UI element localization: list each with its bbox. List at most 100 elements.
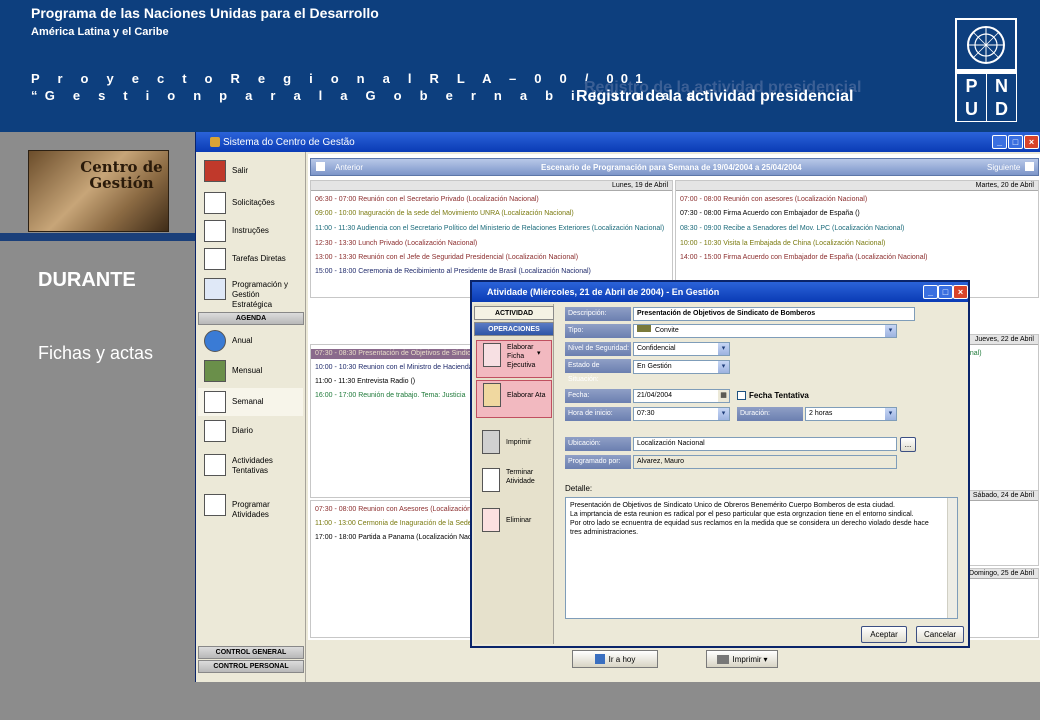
- chevron-down-icon[interactable]: ▾: [718, 408, 729, 420]
- close-icon[interactable]: ×: [1024, 135, 1039, 149]
- event-item[interactable]: 17:00 - 18:00 Partida a Panama (Localiza…: [315, 533, 471, 543]
- chevron-down-icon: ▾: [763, 654, 768, 664]
- calendar-nav-bar: Anterior Escenario de Programación para …: [310, 158, 1039, 176]
- nav-item-instrucoes[interactable]: Instruções: [198, 220, 303, 242]
- detalle-text: Presentación de Objetivos de Sindicato U…: [570, 502, 929, 536]
- nav-label: Solicitações: [232, 198, 275, 207]
- finish-check-icon: [482, 468, 500, 492]
- ubicacion-input[interactable]: Localización Nacional: [633, 437, 897, 451]
- fecha-input[interactable]: 21/04/2004 ▦: [633, 389, 730, 403]
- chevron-down-icon: ▾: [537, 350, 541, 357]
- chevron-down-icon[interactable]: ▾: [718, 361, 729, 373]
- event-item[interactable]: 11:00 - 11:30 Audiencia con el Secretari…: [315, 224, 664, 234]
- nav-item-tentativas[interactable]: Actividades Tentativas: [198, 454, 303, 476]
- tipo-label: Tipo:: [565, 324, 631, 338]
- tipo-select[interactable]: Convite ▾: [633, 324, 897, 338]
- hora-label: Hora de inicio:: [565, 407, 631, 421]
- event-item[interactable]: 10:00 - 10:30 Visita la Embajada de Chin…: [680, 239, 885, 249]
- event-item[interactable]: 09:00 - 10:00 Inaguración de la sede del…: [315, 209, 574, 219]
- event-item[interactable]: 16:00 - 17:00 Reunión de trabajo. Tema: …: [315, 391, 465, 401]
- nav-label: Diario: [232, 426, 253, 435]
- event-item[interactable]: 11:00 - 11:30 Entrevista Radio (): [315, 377, 415, 387]
- control-general[interactable]: CONTROL GENERAL: [198, 646, 304, 659]
- event-item[interactable]: 11:00 - 13:00 Cermonia de Inaguración de…: [315, 519, 472, 529]
- goto-today-button[interactable]: Ir a hoy: [572, 650, 658, 668]
- next-arrow-icon[interactable]: [1025, 162, 1034, 171]
- logo-letter-n: N: [987, 74, 1016, 98]
- nav-item-salir[interactable]: Salir: [198, 160, 303, 182]
- calendar-picker-icon[interactable]: ▦: [718, 390, 729, 402]
- nav-item-tarefas[interactable]: Tarefas Diretas: [198, 248, 303, 270]
- schedule-grid-icon: [204, 494, 226, 516]
- project-line-1: P r o y e c t o R e g i o n a l R L A – …: [31, 71, 650, 86]
- dialog-titlebar: Atividade (Miércoles, 21 de Abril de 200…: [472, 282, 968, 302]
- chevron-down-icon[interactable]: ▾: [885, 408, 896, 420]
- fecha-label: Fecha:: [565, 389, 631, 403]
- minimize-icon[interactable]: _: [923, 285, 938, 299]
- printer-icon: [716, 654, 729, 664]
- event-item[interactable]: 12:30 - 13:30 Lunch Privado (Localizació…: [315, 239, 477, 249]
- executive-sheet-icon: [483, 343, 501, 367]
- event-item[interactable]: 07:00 - 08:00 Reunión con asesores (Loca…: [680, 195, 867, 205]
- checklist-icon: [204, 220, 226, 242]
- logo-letter-u: U: [957, 97, 986, 121]
- terminar-button[interactable]: Terminar Atividade: [476, 466, 552, 504]
- day-header: Lunes, 19 de Abril: [311, 181, 672, 191]
- prev-arrow-icon[interactable]: [316, 162, 325, 171]
- detalle-textarea[interactable]: Presentación de Objetivos de Sindicato U…: [565, 497, 958, 619]
- event-item[interactable]: 08:30 - 09:00 Recibe a Senadores del Mov…: [680, 224, 904, 234]
- accept-button[interactable]: Aceptar: [861, 626, 907, 643]
- nav-item-programacion[interactable]: Programación y Gestión Estratégica: [198, 278, 303, 310]
- ubicacion-browse-button[interactable]: ...: [900, 437, 916, 452]
- next-week-link[interactable]: Siguiente: [987, 163, 1020, 172]
- elaborar-ata-button[interactable]: Elaborar Ata: [476, 380, 552, 418]
- restore-icon[interactable]: □: [938, 285, 953, 299]
- daily-calendar-icon: [204, 420, 226, 442]
- tentativa-checkbox[interactable]: [737, 391, 746, 400]
- elaborar-ficha-button[interactable]: Elaborar Ficha Ejecutiva ▾: [476, 340, 552, 378]
- nav-item-programar[interactable]: Programar Atividades: [198, 494, 303, 520]
- restore-icon[interactable]: □: [1008, 135, 1023, 149]
- imprimir-button[interactable]: Imprimir: [476, 428, 552, 466]
- op-label: Terminar Atividade: [506, 469, 535, 485]
- prev-week-link[interactable]: Anterior: [335, 163, 363, 172]
- situacion-select[interactable]: En Gestión ▾: [633, 360, 730, 374]
- close-icon[interactable]: ×: [953, 285, 968, 299]
- seguridad-select[interactable]: Confidencial ▾: [633, 342, 730, 356]
- event-item[interactable]: 07:30 - 08:00 Reunion con Asesores (Loca…: [315, 505, 471, 515]
- nav-item-solicitacoes[interactable]: Solicitações: [198, 192, 303, 214]
- event-item[interactable]: 14:00 - 15:00 Firma Acuerdo con Embajado…: [680, 253, 927, 263]
- op-label: Elaborar Ficha Ejecutiva: [507, 344, 536, 369]
- event-item[interactable]: 13:00 - 13:30 Reunión con el Jefe de Seg…: [315, 253, 578, 263]
- eliminar-button[interactable]: Eliminar: [476, 506, 552, 544]
- event-item[interactable]: 06:30 - 07:00 Reunión con el Secretario …: [315, 195, 539, 205]
- event-item[interactable]: 07:30 - 08:00 Firma Acuerdo con Embajado…: [680, 209, 860, 219]
- tab-actividad[interactable]: ACTIVIDAD: [474, 306, 554, 320]
- event-item[interactable]: 10:00 - 10:30 Reunion con el Ministro de…: [315, 363, 473, 373]
- tab-operaciones[interactable]: OPERACIONES: [474, 322, 554, 336]
- duracion-label: Duración:: [737, 407, 803, 421]
- duracion-value: 2 horas: [809, 410, 833, 417]
- duracion-select[interactable]: 2 horas ▾: [805, 407, 897, 421]
- chevron-down-icon[interactable]: ▾: [718, 343, 729, 355]
- hora-select[interactable]: 07:30 ▾: [633, 407, 730, 421]
- nav-item-diario[interactable]: Diario: [198, 420, 303, 442]
- event-item[interactable]: 15:00 - 18:00 Ceremonia de Recibimiento …: [315, 267, 591, 277]
- goto-today-label: Ir a hoy: [608, 654, 636, 664]
- descripcion-input[interactable]: Presentación de Objetivos de Sindicato d…: [633, 307, 915, 321]
- print-button[interactable]: Imprimir ▾: [706, 650, 778, 668]
- nav-item-mensual[interactable]: Mensual: [198, 360, 303, 382]
- print-label: Imprimir: [732, 654, 762, 664]
- nav-item-semanal[interactable]: Semanal: [198, 388, 303, 416]
- org-title: Programa de las Naciones Unidas para el …: [31, 5, 379, 21]
- app-icon: [210, 137, 220, 147]
- nav-item-anual[interactable]: Anual: [198, 330, 303, 352]
- control-personal[interactable]: CONTROL PERSONAL: [198, 660, 304, 673]
- undp-logo: P N U D: [955, 18, 1017, 122]
- hora-value: 07:30: [637, 410, 655, 417]
- cancel-button[interactable]: Cancelar: [916, 626, 964, 643]
- detalle-label: Detalle:: [565, 484, 593, 493]
- chevron-down-icon[interactable]: ▾: [885, 325, 896, 337]
- minimize-icon[interactable]: _: [992, 135, 1007, 149]
- detalle-scrollbar[interactable]: [947, 498, 957, 618]
